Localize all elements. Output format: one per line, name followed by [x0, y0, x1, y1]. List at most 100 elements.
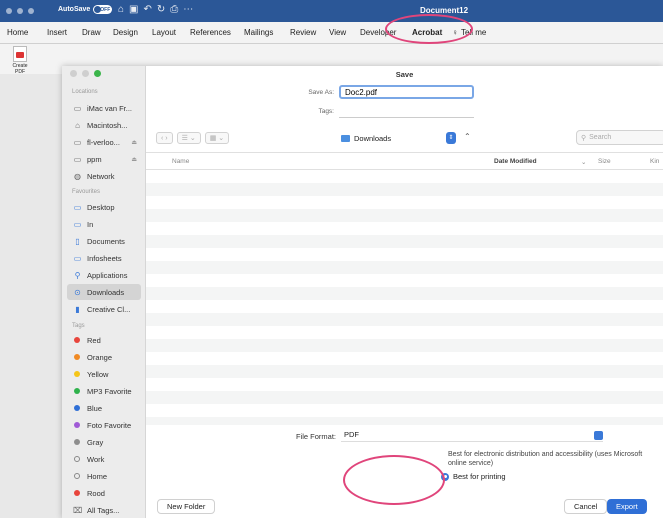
autosave-toggle[interactable]: OFF [93, 5, 113, 14]
sidebar-tag-all-tags[interactable]: ⌧ All Tags... [67, 502, 141, 518]
sidebar-tag-yellow[interactable]: Yellow [67, 366, 141, 382]
tags-input[interactable] [339, 106, 474, 118]
sidebar-tag-gray[interactable]: Gray [67, 434, 141, 450]
sidebar-tag-work[interactable]: Work [67, 451, 141, 467]
option-best-for-printing[interactable]: Best for printing [441, 472, 506, 481]
sidebar-item-desktop[interactable]: ▭ Desktop [67, 199, 141, 215]
applications-icon: ⚲ [74, 270, 81, 280]
sidebar-item-ppm[interactable]: ▭ ppm ⏏ [67, 151, 141, 167]
search-icon: ⚲ [581, 134, 587, 142]
sidebar-item-downloads[interactable]: ⊙ Downloads [67, 284, 141, 300]
file-list[interactable] [146, 170, 663, 425]
sidebar-tag-red[interactable]: Red [67, 332, 141, 348]
list-icon: ☰ ⌄ [181, 135, 196, 142]
sort-chevron-icon: ⌄ [581, 159, 587, 166]
server-icon: ▭ [73, 137, 82, 147]
column-kind[interactable]: Kin [650, 158, 659, 165]
save-as-input[interactable] [339, 85, 474, 99]
back-forward-button[interactable]: ‹ › [156, 132, 173, 144]
tab-home[interactable]: Home [7, 28, 28, 37]
sidebar-item-macintosh[interactable]: ⌂ Macintosh... [67, 117, 141, 133]
sidebar-item-documents[interactable]: ▯ Documents [67, 233, 141, 249]
tags-icon: ⌧ [73, 505, 83, 515]
tab-mailings[interactable]: Mailings [244, 28, 273, 37]
globe-icon: ◍ [74, 171, 81, 181]
tab-insert[interactable]: Insert [47, 28, 67, 37]
tab-view[interactable]: View [329, 28, 346, 37]
lightbulb-icon: ♀ [452, 28, 458, 37]
dialog-window-controls[interactable] [70, 70, 101, 77]
dialog-main: Save Save As: Tags: ‹ › ☰ ⌄ ▦ ⌄ Download… [146, 66, 663, 518]
tab-design[interactable]: Design [113, 28, 138, 37]
sidebar-item-network[interactable]: ◍ Network [67, 168, 141, 184]
cancel-button[interactable]: Cancel [564, 499, 608, 514]
tab-acrobat[interactable]: Acrobat [412, 28, 442, 37]
search-field[interactable]: ⚲ Search [576, 130, 663, 145]
tag-dot-icon [74, 473, 80, 479]
window-controls[interactable] [6, 8, 34, 14]
sidebar-item-applications[interactable]: ⚲ Applications [67, 267, 141, 283]
tags-label: Tags: [318, 108, 334, 115]
quick-access-toolbar: ⌂ ▣ ↶ ↻ ⎙ ⋯ [118, 4, 193, 15]
create-pdf-button[interactable]: Create PDF [8, 46, 32, 75]
undo-icon[interactable]: ↶ [144, 4, 152, 15]
export-button[interactable]: Export [607, 499, 647, 514]
sidebar-item-infosheets[interactable]: ▭ Infosheets [67, 250, 141, 266]
sidebar-tag-blue[interactable]: Blue [67, 400, 141, 416]
server-icon: ▭ [73, 154, 82, 164]
folder-icon: ▭ [73, 253, 82, 263]
pdf-icon [13, 46, 27, 62]
sidebar-item-in[interactable]: ▭ In [67, 216, 141, 232]
file-format-select[interactable]: PDF [341, 430, 604, 442]
tag-dot-icon [74, 456, 80, 462]
file-icon: ▮ [75, 304, 80, 314]
file-list-header: Name Date Modified ⌄ Size Kin [146, 152, 663, 170]
save-icon[interactable]: ▣ [129, 4, 138, 15]
location-label: Downloads [354, 133, 392, 143]
tab-developer[interactable]: Developer [360, 28, 396, 37]
eject-icon[interactable]: ⏏ [131, 156, 137, 163]
tab-tell-me[interactable]: Tell me [461, 28, 486, 37]
sidebar-tag-foto-favorite[interactable]: Foto Favorite [67, 417, 141, 433]
sidebar-heading-locations: Locations [72, 89, 98, 95]
redo-icon[interactable]: ↻ [157, 4, 165, 15]
autosave-label: AutoSave [58, 6, 91, 13]
chevron-left-icon: ‹ [161, 134, 164, 142]
tab-draw[interactable]: Draw [82, 28, 101, 37]
home-icon[interactable]: ⌂ [118, 4, 124, 15]
more-icon[interactable]: ⋯ [183, 4, 193, 15]
grid-view-button[interactable]: ▦ ⌄ [204, 132, 230, 144]
search-placeholder: Search [589, 134, 612, 141]
sidebar-tag-rood[interactable]: Rood [67, 485, 141, 501]
sidebar-tag-home[interactable]: Home [67, 468, 141, 484]
sidebar-heading-tags: Tags [72, 323, 85, 329]
column-date-modified[interactable]: Date Modified [494, 158, 537, 165]
tag-dot-icon [74, 405, 80, 411]
list-view-button[interactable]: ☰ ⌄ [176, 132, 201, 144]
tab-references[interactable]: References [190, 28, 231, 37]
save-as-label: Save As: [308, 89, 334, 96]
location-stepper-icon[interactable]: ⇕ [446, 132, 456, 144]
tab-review[interactable]: Review [290, 28, 316, 37]
eject-icon[interactable]: ⏏ [131, 139, 137, 146]
new-folder-button[interactable]: New Folder [157, 499, 216, 514]
document-icon: ▯ [75, 236, 80, 246]
tag-dot-icon [74, 490, 80, 496]
option-electronic-distribution[interactable]: Best for electronic distribution and acc… [448, 450, 658, 468]
column-size[interactable]: Size [598, 158, 611, 165]
dialog-title: Save [395, 70, 414, 79]
radio-selected-icon[interactable] [441, 472, 449, 481]
expand-collapse-button[interactable]: ⌃ [464, 132, 471, 141]
grid-icon: ▦ ⌄ [209, 135, 225, 142]
column-name[interactable]: Name [172, 158, 189, 165]
sidebar-tag-mp3-favorite[interactable]: MP3 Favorite [67, 383, 141, 399]
sidebar-item-creative-cloud[interactable]: ▮ Creative Cl... [67, 301, 141, 317]
file-format-row: File Format: PDF [296, 430, 604, 442]
sidebar-tag-orange[interactable]: Orange [67, 349, 141, 365]
sidebar-heading-favourites: Favourites [72, 189, 101, 195]
print-icon[interactable]: ⎙ [170, 4, 178, 15]
autosave[interactable]: AutoSave OFF [58, 5, 113, 14]
tab-layout[interactable]: Layout [152, 28, 176, 37]
sidebar-item-server[interactable]: ▭ fl-verloo... ⏏ [67, 134, 141, 150]
sidebar-item-imac[interactable]: ▭ iMac van Fr... [67, 100, 141, 116]
